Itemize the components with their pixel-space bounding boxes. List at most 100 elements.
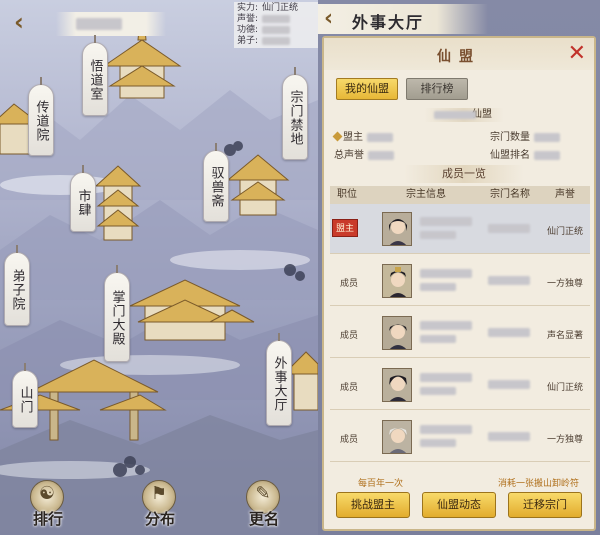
hall-title-bar: ‹ 外事大厅 [318,4,488,34]
leader-info-redacted [420,231,456,239]
stat-row-merit: 功德: [237,25,315,36]
info-leader: 盟主 [332,128,393,143]
building-sign-zhangmen[interactable]: 掌门大殿 [104,265,130,362]
info-alliance-rank: 仙盟排名 [490,146,560,161]
member-row[interactable]: 成员 一方独尊 [330,256,590,306]
member-role: 成员 [339,331,358,341]
map-scenery [0,17,318,535]
building-sign-wudao[interactable]: 悟道室 [82,35,108,116]
member-row[interactable]: 成员 声名显著 [330,308,590,358]
member-role: 成员 [339,383,358,393]
stat-row-power: 实力: 仙门正统 [237,3,315,14]
column-header: 声誉 [555,189,575,200]
challenge-leader-button[interactable]: 挑战盟主 [336,492,410,518]
panel-header: 仙盟 ✕ [324,38,594,70]
layout-button[interactable]: ⚑ 分布 [134,478,186,530]
alliance-panel: 仙盟 ✕ 我的仙盟 排行榜 仙盟 盟主 总声誉 宗门数量 仙盟排名 成员一览 职… [322,36,596,531]
back-arrow-icon[interactable]: ‹ [6,10,32,36]
member-row[interactable]: 成员 一方独尊 [330,412,590,462]
info-label: 仙盟排名 [490,150,530,161]
scroll-icon: ☯ [38,483,56,504]
leader-name-redacted [420,217,472,226]
building-sign-zongmen[interactable]: 宗门禁地 [282,67,308,160]
tab-my-alliance[interactable]: 我的仙盟 [336,78,398,100]
info-total-fame: 总声誉 [334,146,394,161]
info-label: 宗门数量 [490,132,530,143]
leader-info-redacted [420,439,456,447]
stat-row-fame: 声誉: [237,14,315,25]
hall-title: 外事大厅 [352,13,425,32]
member-fame: 一方独尊 [546,435,583,445]
sect-name-redacted [488,328,530,337]
member-row[interactable]: 成员 仙门正统 [330,360,590,410]
avatar [382,264,412,298]
avatar [382,212,412,246]
close-icon[interactable]: ✕ [568,41,586,66]
members-table-header: 职位 宗主信息 宗门名称 声誉 [330,186,590,204]
sect-name-redacted [76,18,122,30]
sect-stats-panel: 实力: 仙门正统 声誉: 功德: 弟子: [234,2,318,48]
member-fame: 仙门正统 [546,383,583,393]
external-affairs-hall: ‹ 外事大厅 仙盟 ✕ 我的仙盟 排行榜 仙盟 盟主 总声誉 宗门数量 仙盟排名… [318,0,600,535]
member-fame: 声名显著 [546,331,583,341]
migrate-sect-button[interactable]: 迁移宗门 [508,492,582,518]
column-header: 宗主信息 [406,189,446,200]
back-arrow-icon[interactable]: ‹ [324,6,333,31]
member-role: 成员 [339,435,358,445]
sect-name-redacted [488,380,530,389]
leader-info-redacted [420,387,456,395]
building-sign-shanmen[interactable]: 山门 [12,363,38,428]
map-bottom-bar: ☯ 排行 ⚑ 分布 ✎ 更名 [0,478,318,535]
rename-button[interactable]: ✎ 更名 [238,478,290,530]
stat-label: 弟子: [237,36,259,46]
info-sect-count: 宗门数量 [490,128,560,143]
building-sign-waishi[interactable]: 外事大厅 [266,333,292,426]
stat-value-redacted [262,26,291,34]
avatar [382,368,412,402]
sect-name-redacted [488,432,530,441]
info-value-redacted [534,132,560,142]
info-value-redacted [367,132,393,142]
sect-name-redacted [488,276,530,285]
info-label: 盟主 [343,132,363,143]
map-flag-icon: ⚑ [150,483,168,504]
stat-label: 实力: [237,3,259,13]
tab-ranking[interactable]: 排行榜 [406,78,468,100]
building-sign-yushou[interactable]: 驭兽斋 [203,143,229,222]
member-fame: 一方独尊 [546,279,583,289]
column-header: 职位 [337,189,357,200]
leader-info-redacted [420,283,456,291]
avatar [382,420,412,454]
member-row[interactable]: 盟主 仙门正统 [330,204,590,254]
avatar [382,316,412,350]
building-sign-shisi[interactable]: 市肆 [70,165,96,232]
sect-map: ‹ 实力: 仙门正统 声誉: 功德: 弟子: 悟道室 传道院 宗门禁地 驭兽斋 … [0,0,318,535]
building-sign-dizi[interactable]: 弟子院 [4,245,30,326]
leader-badge: 盟主 [332,219,358,237]
alliance-news-button[interactable]: 仙盟动态 [422,492,496,518]
panel-title: 仙盟 [437,49,481,65]
sect-name-scroll [56,12,166,36]
alliance-name-redacted [434,111,476,119]
alliance-name: 仙盟 [424,108,504,122]
member-role: 成员 [339,279,358,289]
column-header: 宗门名称 [490,189,530,200]
leader-name-redacted [420,373,472,382]
stat-value-redacted [262,15,291,23]
leader-name-redacted [420,269,472,278]
building-sign-chuandao[interactable]: 传道院 [28,77,54,156]
stat-row-disciples: 弟子: [237,36,315,47]
rank-button[interactable]: ☯ 排行 [22,478,74,530]
members-title: 成员一览 [404,165,524,183]
migrate-note: 消耗一张搬山卸岭符 [498,479,580,489]
member-fame: 仙门正统 [546,227,583,237]
rename-button-label: 更名 [248,510,279,528]
info-value-redacted [534,150,560,160]
leader-name-redacted [420,425,472,434]
layout-button-label: 分布 [144,510,175,528]
info-label: 总声誉 [334,150,364,161]
challenge-note: 每百年一次 [358,479,404,489]
leader-info-redacted [420,335,456,343]
stat-value-redacted [262,37,291,45]
diamond-icon [332,131,343,142]
